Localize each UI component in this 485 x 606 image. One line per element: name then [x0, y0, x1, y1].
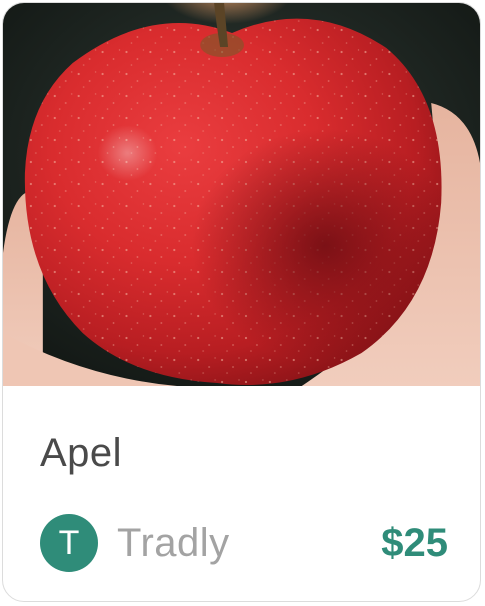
product-card[interactable]: Apel T Tradly $25: [2, 2, 481, 602]
product-title: Apel: [40, 431, 123, 475]
seller-initial: T: [58, 523, 80, 562]
seller-info[interactable]: T Tradly: [40, 514, 230, 572]
product-price: $25: [381, 521, 448, 565]
seller-avatar: T: [40, 514, 98, 572]
product-image: [3, 3, 480, 386]
seller-name: Tradly: [117, 520, 230, 565]
